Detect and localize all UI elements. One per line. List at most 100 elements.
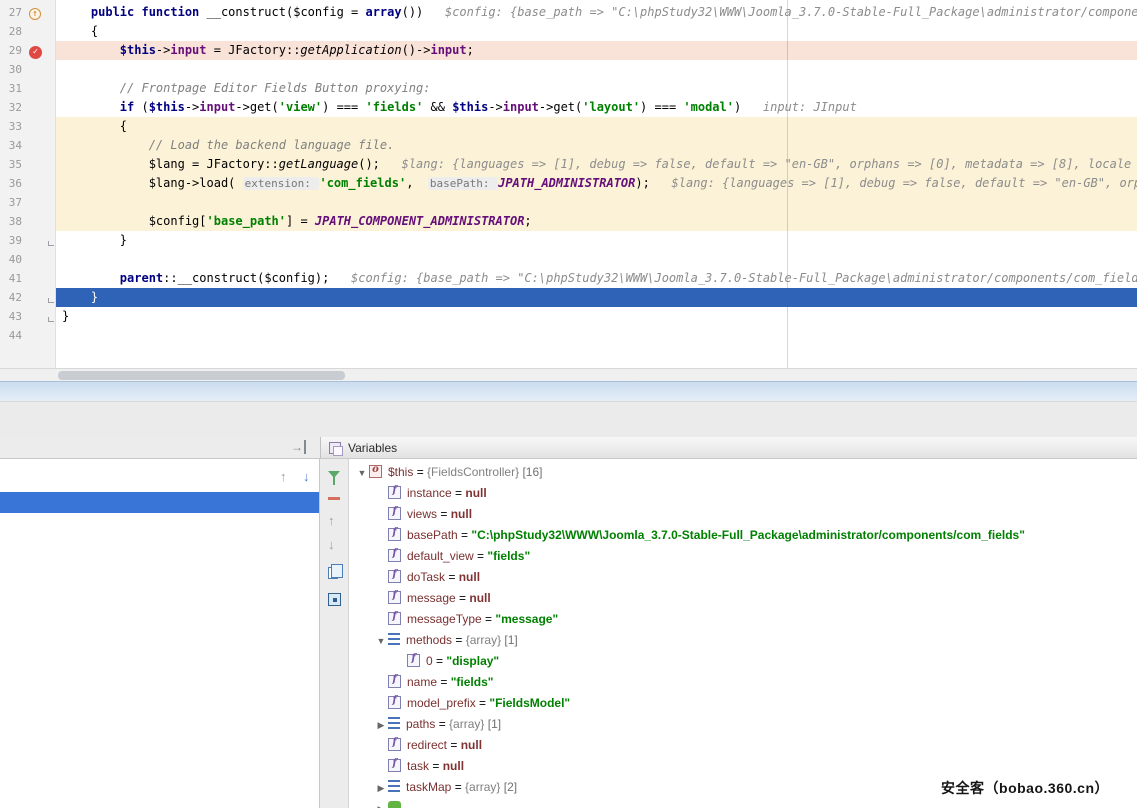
variable-row[interactable]: ▼methods = {array} [1] bbox=[349, 630, 1137, 651]
code-line-31[interactable]: 31 // Frontpage Editor Fields Button pro… bbox=[0, 79, 1137, 98]
variable-row[interactable]: 0 = "display" bbox=[349, 651, 1137, 672]
code-line-37[interactable]: 37 bbox=[0, 193, 1137, 212]
code-line-42[interactable]: 42 } bbox=[0, 288, 1137, 307]
variable-row[interactable]: doTask = null bbox=[349, 567, 1137, 588]
line-number[interactable]: 37 bbox=[0, 193, 24, 212]
line-number[interactable]: 31 bbox=[0, 79, 24, 98]
variable-row[interactable]: name = "fields" bbox=[349, 672, 1137, 693]
line-number[interactable]: 41 bbox=[0, 269, 24, 288]
line-number[interactable]: 36 bbox=[0, 174, 24, 193]
line-number[interactable]: 32 bbox=[0, 98, 24, 117]
line-number[interactable]: 44 bbox=[0, 326, 24, 345]
breakpoint-icon[interactable]: ✓ bbox=[29, 46, 42, 59]
code-text[interactable]: $this->input = JFactory::getApplication(… bbox=[56, 41, 1137, 60]
line-number[interactable]: 33 bbox=[0, 117, 24, 136]
code-text[interactable]: public function __construct($config = ar… bbox=[56, 3, 1137, 22]
code-text[interactable]: } bbox=[56, 231, 1137, 250]
code-line-38[interactable]: 38 $config['base_path'] = JPATH_COMPONEN… bbox=[0, 212, 1137, 231]
line-number[interactable]: 27 bbox=[0, 3, 24, 22]
variables-tree[interactable]: ▼$this = {FieldsController} [16]instance… bbox=[349, 459, 1137, 808]
code-text[interactable] bbox=[56, 326, 1137, 345]
code-text[interactable]: // Frontpage Editor Fields Button proxyi… bbox=[56, 79, 1137, 98]
code-text[interactable]: parent::__construct($config); $config: {… bbox=[56, 269, 1137, 288]
line-number[interactable]: 28 bbox=[0, 22, 24, 41]
line-number[interactable]: 35 bbox=[0, 155, 24, 174]
code-line-32[interactable]: 32 if ($this->input->get('view') === 'fi… bbox=[0, 98, 1137, 117]
variable-row[interactable]: redirect = null bbox=[349, 735, 1137, 756]
line-number[interactable]: 42 bbox=[0, 288, 24, 307]
code-line-28[interactable]: 28 { bbox=[0, 22, 1137, 41]
code-text[interactable]: $lang->load( extension: 'com_fields', ba… bbox=[56, 174, 1137, 193]
frame-down-icon[interactable]: ↓ bbox=[303, 469, 310, 484]
jump-to-source-icon[interactable]: → bbox=[291, 440, 306, 454]
move-up-icon[interactable]: ↑ bbox=[328, 513, 335, 528]
horizontal-scrollbar[interactable] bbox=[0, 368, 1137, 381]
line-number[interactable]: 30 bbox=[0, 60, 24, 79]
move-down-icon[interactable]: ↓ bbox=[328, 537, 335, 552]
code-text[interactable] bbox=[56, 60, 1137, 79]
line-number[interactable]: 40 bbox=[0, 250, 24, 269]
scrollbar-thumb[interactable] bbox=[58, 371, 345, 380]
variable-row[interactable]: ▶ bbox=[349, 798, 1137, 808]
remove-icon[interactable] bbox=[328, 497, 340, 500]
code-line-41[interactable]: 41 parent::__construct($config); $config… bbox=[0, 269, 1137, 288]
code-text[interactable]: $lang = JFactory::getLanguage(); $lang: … bbox=[56, 155, 1137, 174]
variable-row[interactable]: default_view = "fields" bbox=[349, 546, 1137, 567]
expand-arrow-icon[interactable]: ▶ bbox=[374, 715, 388, 736]
line-number[interactable]: 29 bbox=[0, 41, 24, 60]
code-line-43[interactable]: 43} bbox=[0, 307, 1137, 326]
code-text[interactable]: } bbox=[56, 288, 1137, 307]
code-text[interactable] bbox=[56, 250, 1137, 269]
code-line-27[interactable]: 27 ↑ public function __construct($config … bbox=[0, 3, 1137, 22]
line-number[interactable]: 38 bbox=[0, 212, 24, 231]
variables-header[interactable]: Variables bbox=[320, 437, 1137, 459]
variable-row[interactable]: views = null bbox=[349, 504, 1137, 525]
variable-row[interactable]: messageType = "message" bbox=[349, 609, 1137, 630]
variable-row[interactable]: instance = null bbox=[349, 483, 1137, 504]
code-text[interactable]: // Load the backend language file. bbox=[56, 136, 1137, 155]
expand-arrow-icon[interactable]: ▶ bbox=[374, 778, 388, 799]
code-text[interactable]: { bbox=[56, 117, 1137, 136]
code-line-35[interactable]: 35 $lang = JFactory::getLanguage(); $lan… bbox=[0, 155, 1137, 174]
code-text[interactable]: $config['base_path'] = JPATH_COMPONENT_A… bbox=[56, 212, 1137, 231]
expand-arrow-icon[interactable]: ▶ bbox=[374, 799, 388, 808]
line-number[interactable]: 39 bbox=[0, 231, 24, 250]
override-method-icon[interactable]: ↑ bbox=[29, 8, 41, 20]
code-text[interactable] bbox=[56, 193, 1137, 212]
watch-icon[interactable] bbox=[328, 593, 341, 606]
line-number[interactable]: 43 bbox=[0, 307, 24, 326]
code-text[interactable]: } bbox=[56, 307, 1137, 326]
override-icon[interactable]: ↑ bbox=[24, 3, 46, 22]
variable-row[interactable]: ▼$this = {FieldsController} [16] bbox=[349, 462, 1137, 483]
code-editor[interactable]: 27 ↑ public function __construct($config … bbox=[0, 0, 1137, 368]
expand-arrow-icon[interactable]: ▼ bbox=[374, 631, 388, 652]
code-line-39[interactable]: 39 } bbox=[0, 231, 1137, 250]
breakpoint-icon[interactable]: ✓ bbox=[24, 41, 46, 60]
selected-frame-row[interactable] bbox=[0, 492, 319, 513]
code-line-30[interactable]: 30 bbox=[0, 60, 1137, 79]
code-line-33[interactable]: 33 { bbox=[0, 117, 1137, 136]
fold-column[interactable] bbox=[46, 288, 56, 307]
code-line-29[interactable]: 29 ✓ $this->input = JFactory::getApplicat… bbox=[0, 41, 1137, 60]
variable-row[interactable]: ▶paths = {array} [1] bbox=[349, 714, 1137, 735]
variable-row[interactable]: task = null bbox=[349, 756, 1137, 777]
copy-icon[interactable] bbox=[328, 567, 338, 579]
variable-row[interactable]: basePath = "C:\phpStudy32\WWW\Joomla_3.7… bbox=[349, 525, 1137, 546]
fold-column[interactable] bbox=[46, 231, 56, 250]
code-text[interactable]: { bbox=[56, 22, 1137, 41]
frame-up-icon[interactable]: ↑ bbox=[280, 469, 287, 484]
code-line-36[interactable]: 36 $lang->load( extension: 'com_fields',… bbox=[0, 174, 1137, 193]
variable-row[interactable]: model_prefix = "FieldsModel" bbox=[349, 693, 1137, 714]
code-line-40[interactable]: 40 bbox=[0, 250, 1137, 269]
variable-row[interactable]: message = null bbox=[349, 588, 1137, 609]
code-text[interactable]: if ($this->input->get('view') === 'field… bbox=[56, 98, 1137, 117]
expand-arrow-icon[interactable]: ▼ bbox=[355, 463, 369, 484]
variable-name: basePath bbox=[407, 528, 458, 542]
code-line-34[interactable]: 34 // Load the backend language file. bbox=[0, 136, 1137, 155]
code-line-44[interactable]: 44 bbox=[0, 326, 1137, 345]
fold-column[interactable] bbox=[46, 307, 56, 326]
splitter-band[interactable] bbox=[0, 381, 1137, 401]
frames-panel[interactable]: ↑ ↓ bbox=[0, 459, 320, 808]
line-number[interactable]: 34 bbox=[0, 136, 24, 155]
filter-icon[interactable] bbox=[328, 471, 340, 478]
